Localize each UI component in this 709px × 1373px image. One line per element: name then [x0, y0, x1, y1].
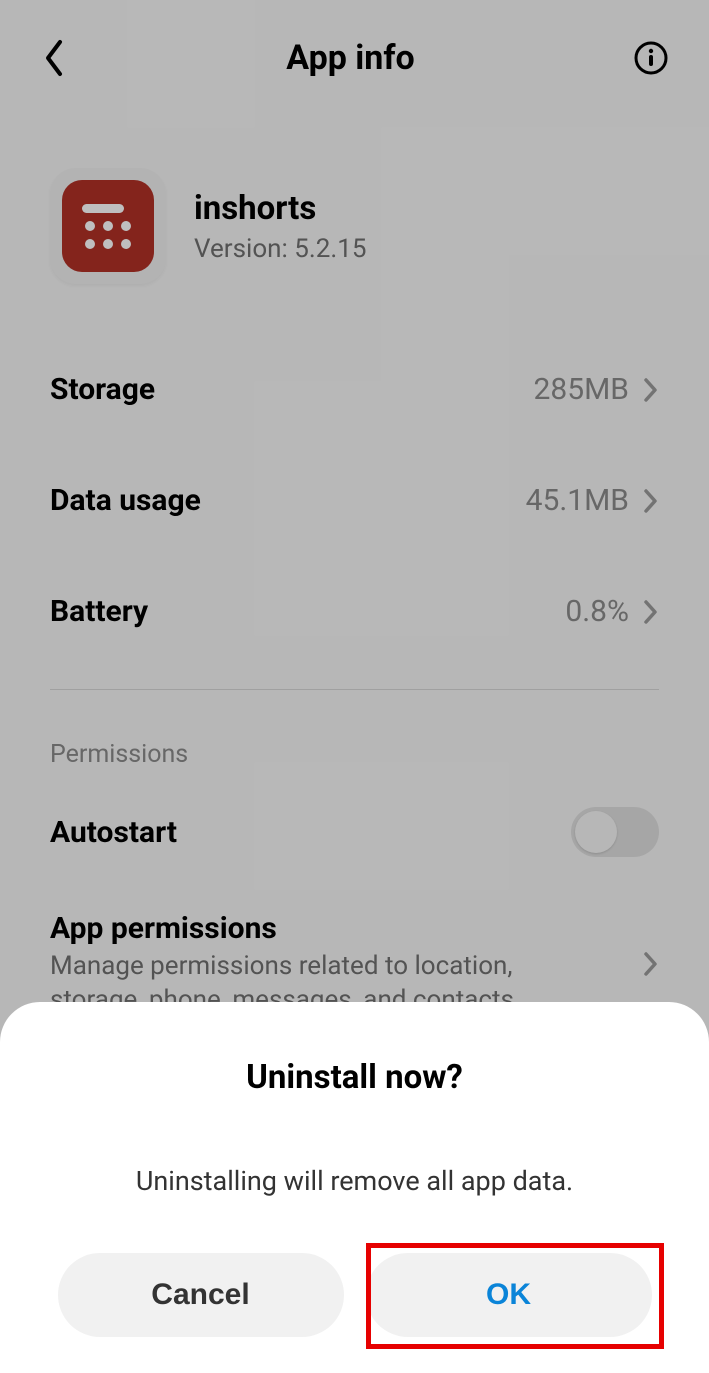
info-icon[interactable]: [633, 40, 669, 76]
app-name: inshorts: [194, 189, 366, 228]
battery-label: Battery: [50, 594, 148, 629]
ok-button[interactable]: OK: [366, 1253, 652, 1337]
data-usage-value: 45.1MB: [526, 483, 629, 518]
autostart-row[interactable]: Autostart: [0, 777, 709, 887]
app-version: Version: 5.2.15: [194, 234, 366, 264]
data-usage-label: Data usage: [50, 483, 201, 518]
app-header: inshorts Version: 5.2.15: [0, 78, 709, 304]
app-permissions-label: App permissions: [50, 911, 570, 946]
battery-value: 0.8%: [565, 594, 629, 629]
battery-row[interactable]: Battery 0.8%: [0, 556, 709, 667]
cancel-button[interactable]: Cancel: [58, 1253, 344, 1337]
storage-label: Storage: [50, 372, 155, 407]
autostart-label: Autostart: [50, 815, 177, 850]
back-icon[interactable]: [40, 38, 68, 78]
storage-row[interactable]: Storage 285MB: [0, 334, 709, 445]
chevron-right-icon: [643, 488, 659, 514]
storage-value: 285MB: [534, 372, 629, 407]
chevron-right-icon: [643, 951, 659, 977]
app-icon: [50, 168, 166, 284]
dialog-title: Uninstall now?: [30, 1058, 679, 1097]
dialog-button-row: Cancel OK: [30, 1253, 679, 1337]
permissions-section-title: Permissions: [0, 712, 709, 777]
header-bar: App info: [0, 0, 709, 78]
dialog-message: Uninstalling will remove all app data.: [30, 1165, 679, 1197]
app-permissions-row[interactable]: App permissions Manage permissions relat…: [0, 887, 709, 1018]
page-title: App info: [286, 38, 414, 78]
app-info-screen: App info inshorts Version: 5.2.15 Storag…: [0, 0, 709, 1373]
data-usage-row[interactable]: Data usage 45.1MB: [0, 445, 709, 556]
autostart-toggle[interactable]: [571, 807, 659, 857]
uninstall-dialog: Uninstall now? Uninstalling will remove …: [0, 1002, 709, 1373]
divider: [50, 689, 659, 690]
chevron-right-icon: [643, 599, 659, 625]
chevron-right-icon: [643, 377, 659, 403]
